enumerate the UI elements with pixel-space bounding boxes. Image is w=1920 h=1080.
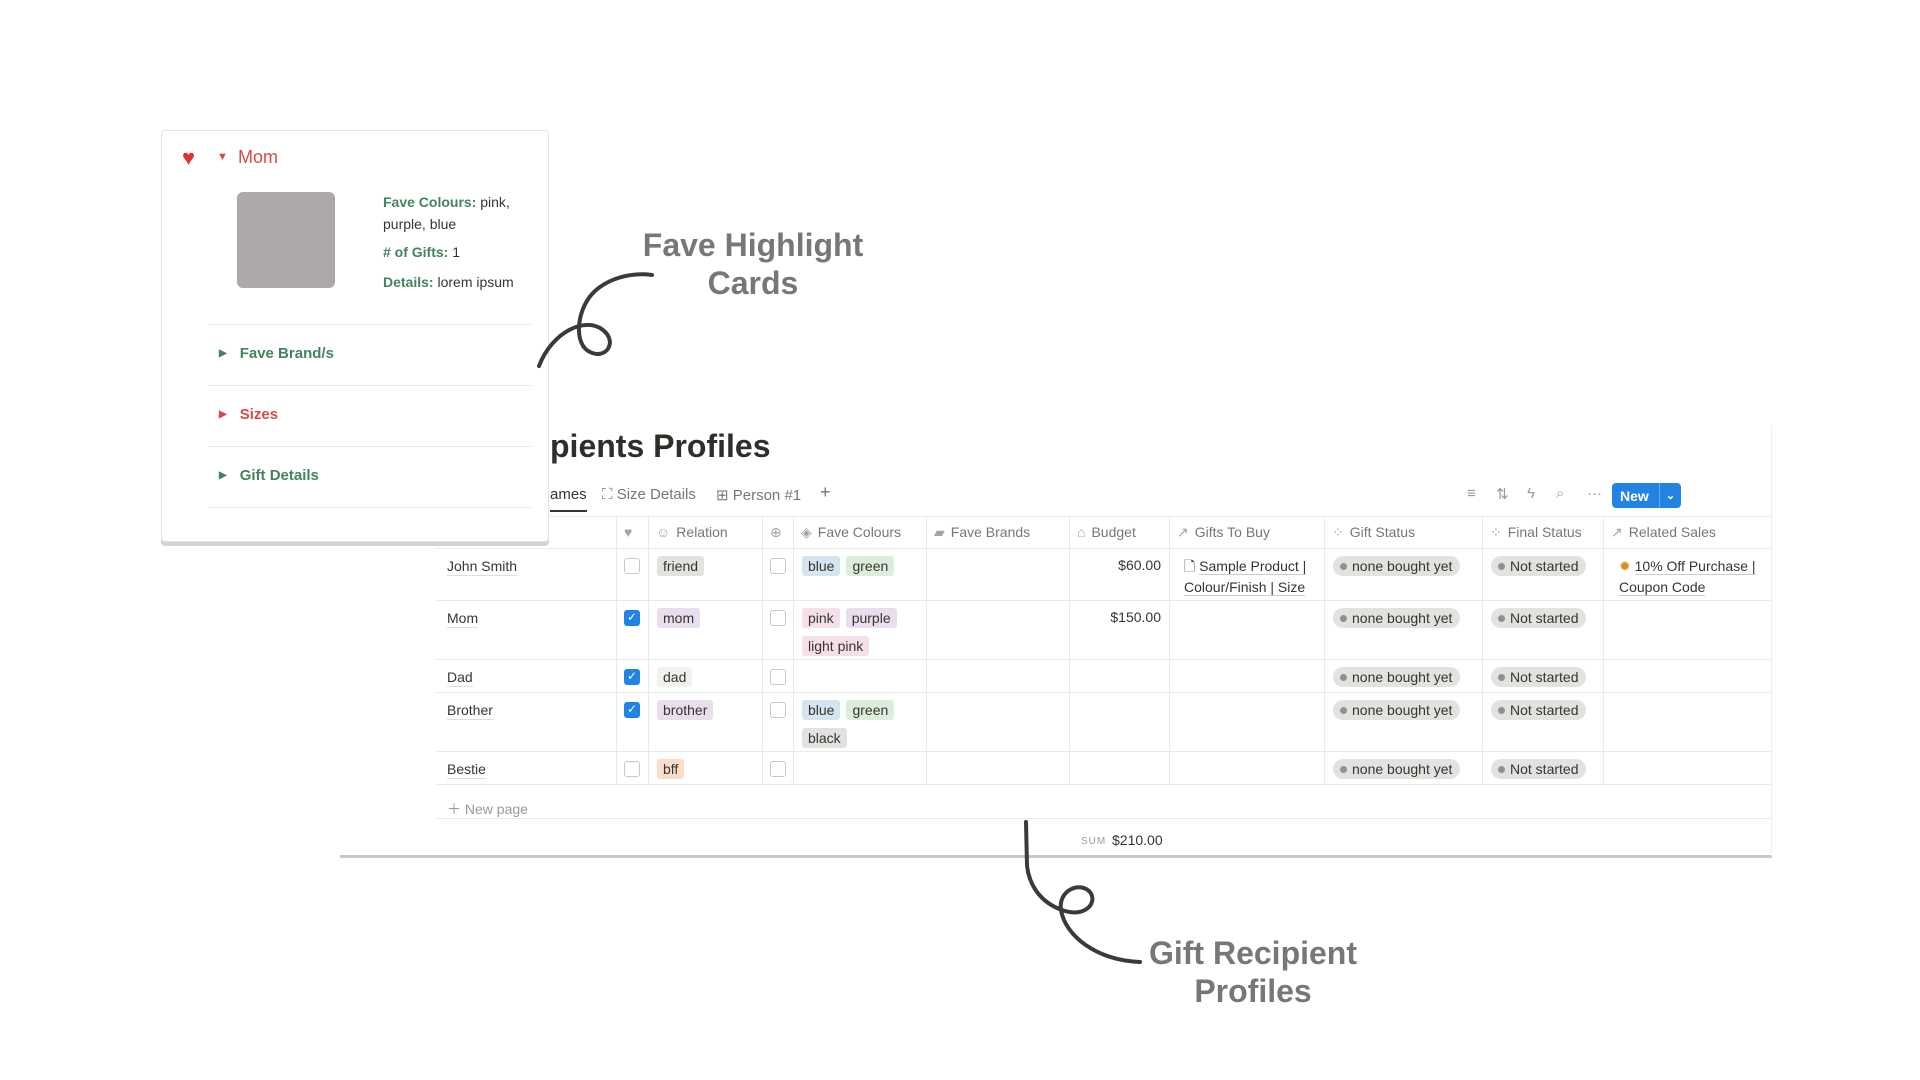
fave-arrow-curve [537,272,654,368]
annotation-arrows [537,272,1142,964]
recipient-arrow-curve [1024,820,1142,964]
